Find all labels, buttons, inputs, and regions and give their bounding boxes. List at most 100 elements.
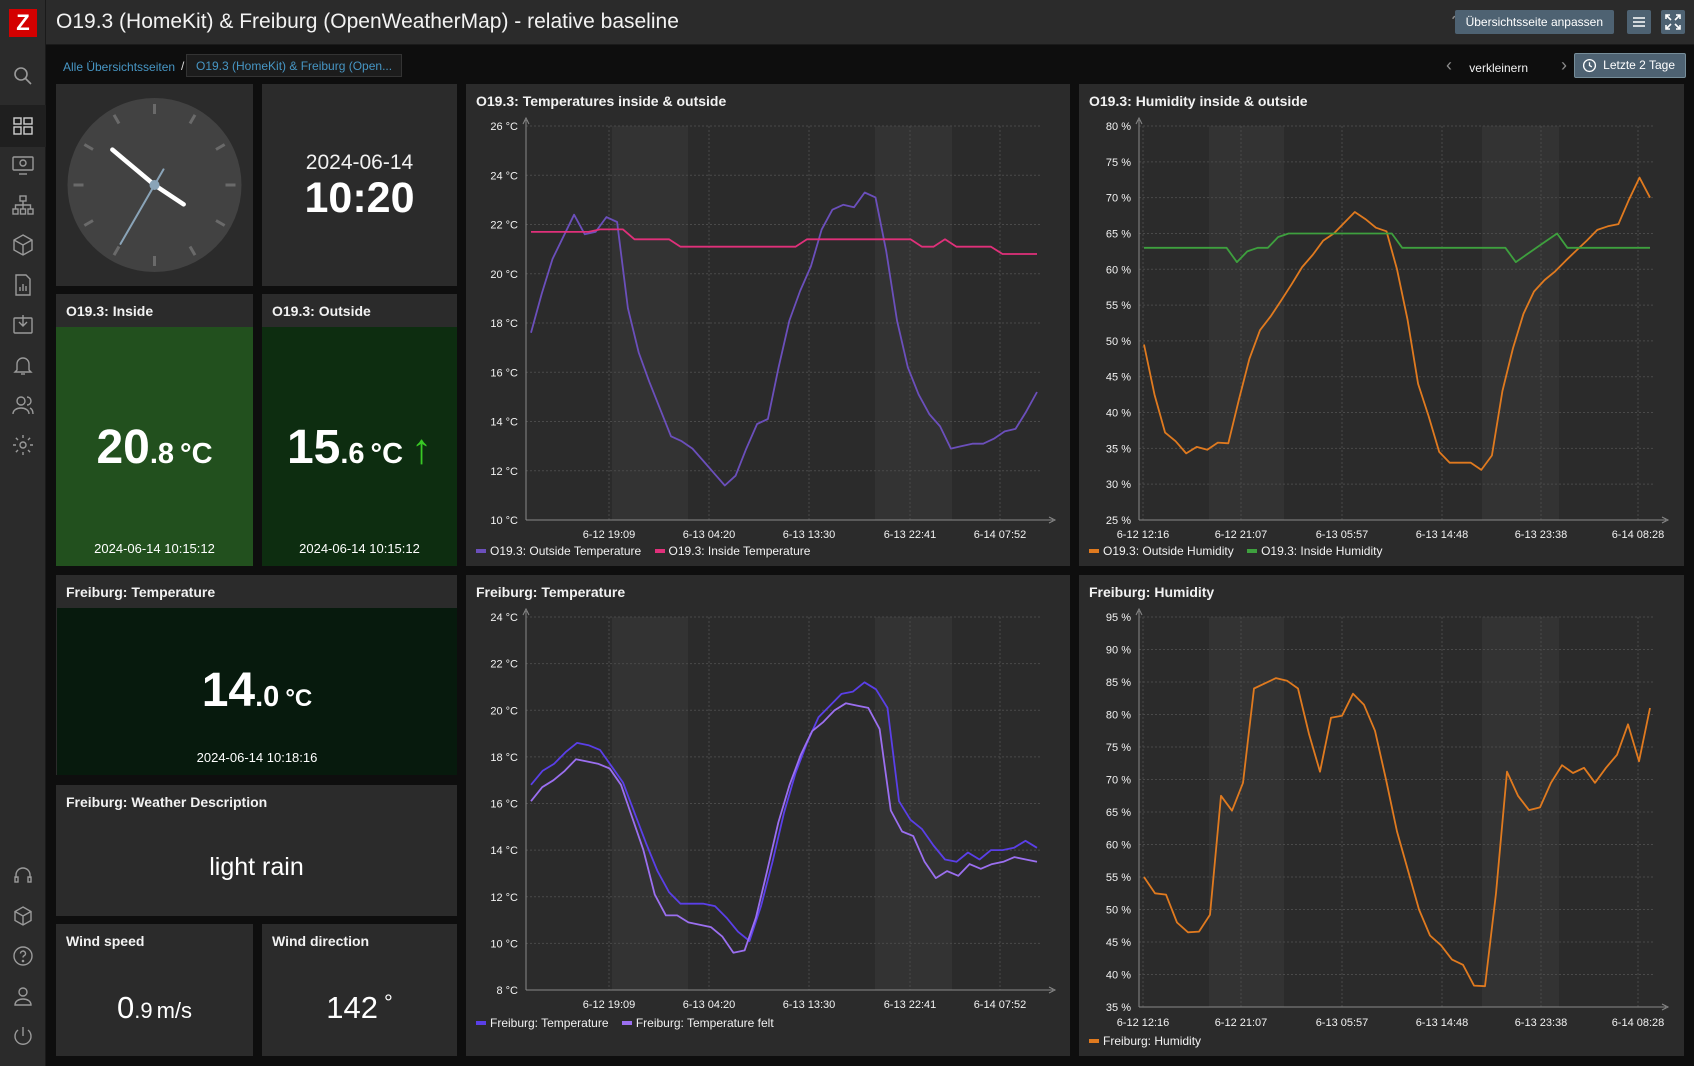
y-tick-label: 22 °C (490, 220, 518, 232)
y-tick-label: 26 °C (490, 121, 518, 133)
breadcrumb-root-link[interactable]: Alle Übersichtsseiten (63, 60, 175, 74)
legend-item: O19.3: Inside Humidity (1247, 544, 1382, 558)
users-icon[interactable] (11, 393, 35, 417)
x-tick-label: 6-12 19:09 (583, 999, 636, 1011)
zabbix-logo[interactable]: Z (9, 9, 37, 37)
widget-title: O19.3: Inside (66, 303, 154, 319)
y-tick-label: 65 % (1106, 807, 1131, 819)
inside-value-tile: 20.8 °C 2024-06-14 10:15:12 (56, 327, 253, 566)
wind-direction-value: 142 ° (262, 990, 457, 1026)
search-icon[interactable] (11, 64, 35, 88)
y-tick-label: 20 °C (490, 269, 518, 281)
edit-dashboard-button[interactable]: Übersichtsseite anpassen (1454, 10, 1614, 34)
user-settings-icon[interactable] (11, 984, 35, 1008)
y-tick-label: 14 °C (490, 845, 518, 857)
freiburg-humidity-chart[interactable]: 95 % 90 % 85 % 80 % 75 % 70 % 65 % 60 % 55 % 50 %… (1079, 575, 1684, 1056)
x-tick-label: 6-12 21:07 (1215, 529, 1268, 541)
x-tick-label: 6-13 14:48 (1416, 1017, 1469, 1029)
x-tick-label: 6-14 07:52 (974, 529, 1027, 541)
freiburg-value-tile: 14.0 °C 2024-06-14 10:18:16 (56, 608, 457, 775)
zoom-out-button[interactable]: verkleinern (1469, 61, 1528, 75)
value-unit: °C (285, 685, 313, 712)
freiburg-temperature-chart[interactable]: 24 °C 22 °C 20 °C 18 °C 16 °C 14 °C 12 °C 10 °C… (466, 575, 1070, 1056)
sidebar: Z (0, 0, 46, 1066)
widget-title: Freiburg: Temperature (66, 584, 216, 600)
y-tick-label: 45 % (1106, 372, 1131, 384)
weather-description-widget: Freiburg: Weather Description light rain (56, 785, 457, 916)
humidity-chart[interactable]: 80 % 75 % 70 % 65 % 60 % 55 % 50 % 45 % 40 % 35 %… (1079, 84, 1684, 566)
alerts-icon[interactable] (11, 353, 35, 377)
y-tick-label: 24 °C (490, 612, 518, 624)
y-tick-label: 45 % (1106, 937, 1131, 949)
help-icon[interactable] (11, 944, 35, 968)
freiburg-temperature-value: 14.0 °C (57, 663, 457, 718)
x-tick-label: 6-12 19:09 (583, 529, 636, 541)
y-tick-label: 80 % (1106, 121, 1131, 133)
sign-out-icon[interactable] (11, 1024, 35, 1048)
y-tick-label: 70 % (1106, 193, 1131, 205)
y-tick-label: 16 °C (490, 367, 518, 379)
x-tick-label: 6-14 07:52 (974, 999, 1027, 1011)
analog-clock (67, 98, 242, 272)
chart-legend: O19.3: Outside Humidity O19.3: Inside Hu… (1089, 544, 1382, 558)
clock-time: 10:20 (304, 174, 415, 222)
y-tick-label: 18 °C (490, 318, 518, 330)
x-tick-label: 6-12 12:16 (1117, 529, 1170, 541)
settings-icon[interactable] (11, 433, 35, 457)
y-tick-label: 75 % (1106, 742, 1131, 754)
dashboard-icon[interactable] (11, 114, 35, 138)
series-line (530, 702, 1038, 954)
x-tick-label: 6-12 21:07 (1215, 1017, 1268, 1029)
value-decimals: .9 (134, 998, 153, 1023)
breadcrumb-separator: / (181, 59, 185, 73)
analog-clock-widget (56, 84, 253, 286)
menu-button[interactable] (1627, 10, 1651, 34)
y-tick-label: 14 °C (490, 417, 518, 429)
kiosk-mode-button[interactable] (1661, 10, 1685, 34)
trend-up-arrow-icon: ↑ (411, 425, 433, 472)
series-line (530, 681, 1038, 942)
graph-humidity-widget: O19.3: Humidity inside & outside 80 % 75 … (1079, 84, 1684, 566)
y-tick-label: 55 % (1106, 872, 1131, 884)
time-range-button[interactable]: Letzte 2 Tage (1574, 53, 1686, 78)
x-tick-label: 6-14 08:28 (1612, 1017, 1665, 1029)
y-tick-label: 10 °C (490, 938, 518, 950)
freiburg-temperature-timestamp: 2024-06-14 10:18:16 (196, 750, 318, 765)
inventory-icon[interactable] (11, 233, 35, 257)
temperatures-chart[interactable]: 26 °C 24 °C 22 °C 20 °C 18 °C 16 °C 14 °C 12 °C… (466, 84, 1070, 566)
menu-icon (1633, 17, 1645, 27)
period-band (1209, 126, 1284, 520)
value-unit: m/s (156, 998, 193, 1023)
graph-freiburg-temperature-widget: Freiburg: Temperature 24 °C 22 °C 20 °C 18 … (466, 575, 1070, 1056)
y-tick-label: 35 % (1106, 1002, 1131, 1014)
wind-speed-value: 0.9 m/s (56, 990, 253, 1026)
y-tick-label: 12 °C (490, 466, 518, 478)
value-integer: 0 (116, 990, 135, 1025)
inside-value: 20.8 °C (56, 420, 253, 475)
legend-item: Freiburg: Humidity (1089, 1034, 1201, 1048)
chart-legend: Freiburg: Humidity (1089, 1034, 1201, 1048)
x-tick-label: 6-13 23:38 (1515, 529, 1568, 541)
value-decimals: .6 (340, 438, 365, 470)
y-tick-label: 30 % (1106, 479, 1131, 491)
data-collection-icon[interactable] (11, 313, 35, 337)
reports-icon[interactable] (11, 273, 35, 297)
x-tick-label: 6-13 04:20 (683, 529, 736, 541)
y-tick-label: 40 % (1106, 970, 1131, 982)
widget-title: O19.3: Outside (272, 303, 371, 319)
y-tick-label: 50 % (1106, 905, 1131, 917)
value-integer: 15 (286, 421, 341, 474)
support-icon[interactable] (11, 864, 35, 888)
y-tick-label: 65 % (1106, 228, 1131, 240)
y-tick-label: 40 % (1106, 408, 1131, 420)
network-icon[interactable] (11, 193, 35, 217)
x-tick-label: 6-13 04:20 (683, 999, 736, 1011)
breadcrumb-current[interactable]: O19.3 (HomeKit) & Freiburg (Open... (186, 54, 403, 77)
y-tick-label: 85 % (1106, 677, 1131, 689)
graph-temperatures-widget: O19.3: Temperatures inside & outside 26 … (466, 84, 1070, 566)
chevron-left-icon[interactable]: ‹ (1446, 55, 1452, 76)
monitoring-icon[interactable] (11, 153, 35, 177)
outside-value: 15.6 °C ↑ (262, 420, 457, 475)
chevron-right-icon[interactable]: › (1561, 55, 1567, 76)
integrations-icon[interactable] (11, 904, 35, 928)
